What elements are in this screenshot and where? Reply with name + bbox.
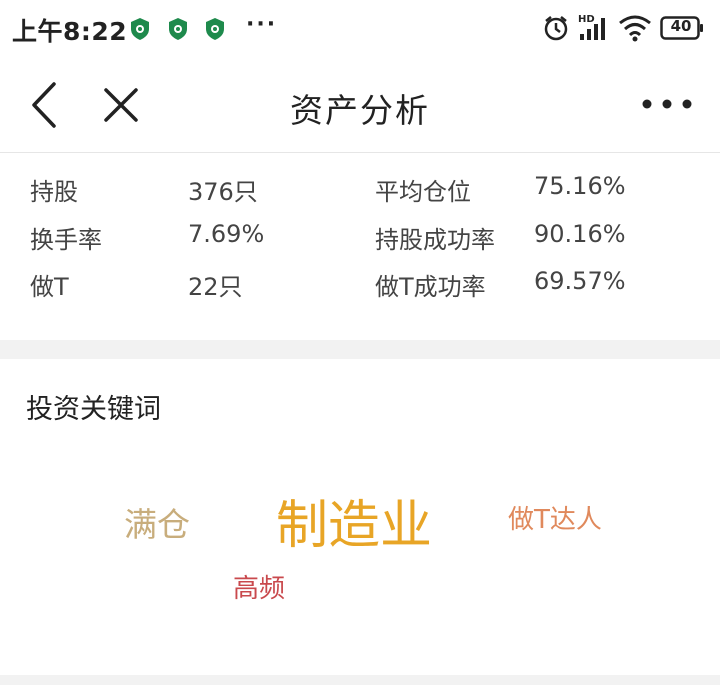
hd-signal-icon: HD [578,14,605,40]
stat-value-turnover: 7.69% [188,220,265,248]
keyword-tag: 做T达人 [508,505,602,535]
keyword-tag: 满仓 [124,505,190,544]
stat-label-holdings: 持股 [30,178,78,206]
stat-label-turnover: 换手率 [30,226,102,254]
section-heading: 投资关键词 [26,394,161,425]
bottom-divider [0,675,720,685]
stat-value-holdings: 376只 [188,178,258,206]
keyword-tag: 高频 [233,574,286,604]
shield-notification-icon [131,18,149,40]
wifi-icon [619,15,651,42]
stats-panel: 持股 376只 平均仓位 75.16% 换手率 7.69% 持股成功率 90.1… [0,153,720,341]
stat-label-hold-success: 持股成功率 [375,226,495,254]
svg-text:HD: HD [578,14,595,25]
keywords-section: 投资关键词 满仓 制造业 做T达人 高频 [0,359,720,675]
stat-label-t-trade: 做T [30,273,69,301]
stat-value-hold-success: 90.16% [534,220,626,248]
stat-value-avg-position: 75.16% [534,172,626,200]
stat-value-t-success: 69.57% [534,267,626,295]
alarm-icon [544,16,568,41]
section-divider [0,340,720,359]
shield-notification-icon [206,18,224,40]
nav-bar: 资产分析 [0,58,720,153]
status-bar: 上午8:22 ··· HD 40 [0,0,720,58]
stat-value-t-trade: 22只 [188,273,243,301]
page-title: 资产分析 [290,91,430,130]
more-dots-icon[interactable] [640,94,694,114]
keyword-tag: 制造业 [276,496,433,556]
stat-label-t-success: 做T成功率 [375,273,486,301]
battery-level: 40 [670,17,692,35]
status-time: 上午8:22 [12,17,128,46]
stat-label-avg-position: 平均仓位 [375,178,471,206]
status-more-indicator: ··· [246,12,278,37]
shield-notification-icon [169,18,187,40]
